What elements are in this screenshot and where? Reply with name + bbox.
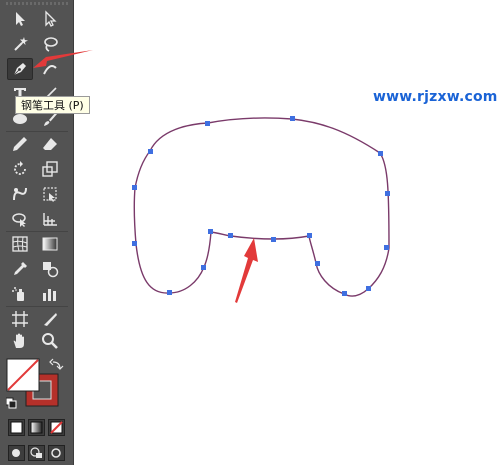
anchor-point[interactable] xyxy=(384,245,389,250)
anchor-point[interactable] xyxy=(378,151,383,156)
annotation-arrow-icon xyxy=(33,50,93,68)
anchor-point[interactable] xyxy=(167,290,172,295)
anchor-point[interactable] xyxy=(307,233,312,238)
anchor-point[interactable] xyxy=(342,291,347,296)
anchor-point[interactable] xyxy=(366,286,371,291)
artboard-canvas[interactable] xyxy=(0,0,498,465)
watermark-text: www.rjzxw.com xyxy=(373,89,498,105)
annotation-arrow-icon xyxy=(235,238,258,303)
anchor-point[interactable] xyxy=(148,149,153,154)
anchor-point[interactable] xyxy=(271,237,276,242)
anchor-point[interactable] xyxy=(385,191,390,196)
anchor-point[interactable] xyxy=(132,185,137,190)
anchor-point[interactable] xyxy=(315,261,320,266)
anchor-point[interactable] xyxy=(228,233,233,238)
pen-tool-tooltip: 钢笔工具 (P) xyxy=(15,96,90,114)
anchor-point[interactable] xyxy=(290,116,295,121)
anchor-point[interactable] xyxy=(205,121,210,126)
anchor-point[interactable] xyxy=(132,241,137,246)
drawn-path[interactable] xyxy=(133,117,390,297)
anchor-points xyxy=(132,116,390,296)
anchor-point[interactable] xyxy=(201,265,206,270)
anchor-point[interactable] xyxy=(208,229,213,234)
